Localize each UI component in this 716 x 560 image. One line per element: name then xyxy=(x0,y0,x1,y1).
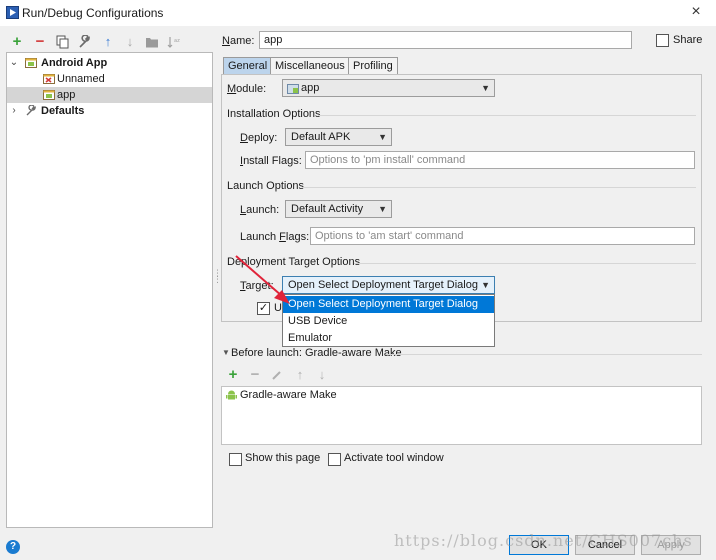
remove-task-button[interactable]: − xyxy=(247,367,263,383)
move-task-down-button[interactable]: ↓ xyxy=(314,367,330,383)
share-checkbox[interactable] xyxy=(656,34,669,47)
android-app-icon xyxy=(43,90,55,100)
deploy-value: Default APK xyxy=(291,131,351,143)
collapse-triangle-icon[interactable]: ▼ xyxy=(222,348,230,357)
chevron-down-icon[interactable]: ⌄ xyxy=(9,55,19,71)
install-flags-placeholder: Options to 'pm install' command xyxy=(310,154,466,166)
before-launch-title: Before launch: Gradle-aware Make xyxy=(231,347,402,359)
dropdown-option-emulator[interactable]: Emulator xyxy=(283,330,494,347)
tab-profiling[interactable]: Profiling xyxy=(348,57,398,74)
section-divider xyxy=(318,115,696,116)
target-dropdown-list[interactable]: Open Select Deployment Target Dialog USB… xyxy=(282,294,495,347)
android-config-error-icon xyxy=(43,74,55,84)
sort-icon[interactable]: az xyxy=(167,35,181,49)
annotation-arrow-icon xyxy=(235,255,290,304)
tab-general[interactable]: General xyxy=(223,57,273,74)
dropdown-option-usb-device[interactable]: USB Device xyxy=(283,313,494,330)
splitter-handle[interactable]: ⋮ ⋮ xyxy=(213,269,222,290)
launch-flags-field[interactable]: Options to 'am start' command xyxy=(310,227,695,245)
share-label: Share xyxy=(673,34,703,46)
run-debug-icon xyxy=(6,6,19,19)
module-value: app xyxy=(301,82,320,94)
tree-item-label: Defaults xyxy=(41,105,85,117)
installation-options-title: Installation Options xyxy=(227,108,321,120)
close-icon[interactable]: × xyxy=(686,2,706,22)
configuration-tree[interactable]: ⌄ Android App Unnamed app › Defaults xyxy=(6,52,213,528)
help-icon[interactable]: ? xyxy=(6,540,20,554)
launch-select[interactable]: Default Activity ▼ xyxy=(285,200,392,218)
module-label: Module: xyxy=(227,83,267,95)
android-icon xyxy=(226,390,237,400)
pencil-icon[interactable] xyxy=(270,368,284,382)
tree-item-android-app[interactable]: ⌄ Android App xyxy=(7,55,212,71)
android-app-icon xyxy=(25,58,37,68)
chevron-right-icon[interactable]: › xyxy=(9,103,19,119)
install-flags-label: Install Flags: xyxy=(240,155,302,167)
wrench-icon[interactable] xyxy=(78,35,92,49)
tree-item-label: Unnamed xyxy=(57,73,105,85)
show-page-checkbox[interactable] xyxy=(229,453,242,466)
deploy-select[interactable]: Default APK ▼ xyxy=(285,128,392,146)
activate-tool-window-label: Activate tool window xyxy=(344,452,444,464)
module-icon xyxy=(287,84,299,94)
show-page-label: Show this page xyxy=(245,452,321,464)
launch-options-title: Launch Options xyxy=(227,180,305,192)
section-divider xyxy=(302,187,696,188)
section-divider xyxy=(354,263,696,264)
launch-flags-placeholder: Options to 'am start' command xyxy=(315,230,464,242)
before-launch-list[interactable]: Gradle-aware Make xyxy=(221,386,702,445)
watermark-text: https://blog.csdn.net/CHS007chs xyxy=(394,531,693,550)
launch-label: Launch: xyxy=(240,204,280,216)
name-field[interactable]: app xyxy=(259,31,632,49)
tree-item-unnamed[interactable]: Unnamed xyxy=(7,71,212,87)
tab-miscellaneous[interactable]: Miscellaneous xyxy=(270,57,350,74)
window-title: Run/Debug Configurations xyxy=(22,6,164,20)
chevron-down-icon: ▼ xyxy=(378,204,387,214)
module-select[interactable]: app ▼ xyxy=(282,79,495,97)
chevron-down-icon: ▼ xyxy=(378,132,387,142)
target-value: Open Select Deployment Target Dialog xyxy=(288,279,478,291)
activate-tool-window-checkbox[interactable] xyxy=(328,453,341,466)
folder-icon[interactable] xyxy=(145,35,159,49)
tree-item-label: Android App xyxy=(41,57,108,69)
copy-icon[interactable] xyxy=(56,35,70,49)
section-divider xyxy=(386,354,702,355)
deploy-label: Deploy: xyxy=(240,132,278,144)
add-configuration-button[interactable]: + xyxy=(9,34,25,50)
move-task-up-button[interactable]: ↑ xyxy=(292,367,308,383)
wrench-icon xyxy=(26,105,37,116)
tree-item-app[interactable]: app xyxy=(7,87,212,103)
launch-value: Default Activity xyxy=(291,203,364,215)
list-item[interactable]: Gradle-aware Make xyxy=(224,388,424,402)
chevron-down-icon: ▼ xyxy=(481,83,490,93)
install-flags-field[interactable]: Options to 'pm install' command xyxy=(305,151,695,169)
target-select[interactable]: Open Select Deployment Target Dialog ▼ xyxy=(282,276,495,294)
tree-item-defaults[interactable]: › Defaults xyxy=(7,103,212,119)
launch-flags-label: Launch Flags: xyxy=(240,231,310,243)
name-label: Name: xyxy=(222,35,255,47)
move-down-button[interactable]: ↓ xyxy=(122,34,138,50)
chevron-down-icon: ▼ xyxy=(481,280,490,290)
list-item-label: Gradle-aware Make xyxy=(240,389,337,401)
dropdown-option-open-dialog[interactable]: Open Select Deployment Target Dialog xyxy=(283,296,494,313)
move-up-button[interactable]: ↑ xyxy=(100,34,116,50)
tree-item-label: app xyxy=(57,89,76,101)
remove-configuration-button[interactable]: − xyxy=(32,34,48,50)
svg-text:az: az xyxy=(174,38,180,44)
add-task-button[interactable]: + xyxy=(225,367,241,383)
